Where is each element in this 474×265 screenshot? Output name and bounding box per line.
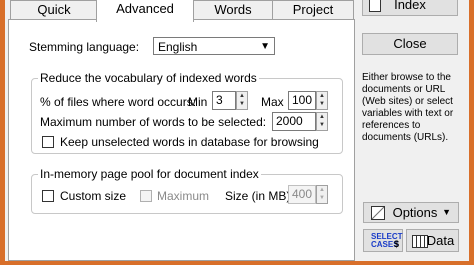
memory-group-title: In-memory page pool for document index bbox=[38, 167, 261, 181]
size-mb-spinner[interactable]: ▲ ▼ bbox=[316, 185, 328, 204]
window-frame-right bbox=[469, 0, 474, 265]
maximum-label: Maximum bbox=[157, 189, 210, 203]
close-button[interactable]: Close bbox=[362, 33, 458, 55]
vocabulary-group-title: Reduce the vocabulary of indexed words bbox=[38, 71, 259, 85]
data-grid-icon bbox=[412, 235, 428, 248]
data-button[interactable]: Data bbox=[406, 229, 459, 252]
stemming-language-value: English bbox=[158, 40, 198, 54]
min-spinner[interactable]: ▲ ▼ bbox=[236, 91, 248, 110]
index-button-icon bbox=[369, 0, 381, 12]
max-words-label: Maximum number of words to be selected: bbox=[40, 115, 267, 129]
memory-group: In-memory page pool for document index C… bbox=[31, 167, 343, 214]
index-button[interactable]: Index bbox=[362, 0, 458, 16]
advanced-panel: Stemming language: English ▼ Reduce the … bbox=[8, 19, 355, 261]
keep-unselected-checkbox[interactable] bbox=[42, 136, 54, 148]
stemming-label: Stemming language: bbox=[29, 40, 140, 54]
chevron-down-icon: ▼ bbox=[260, 41, 270, 52]
vocabulary-group: Reduce the vocabulary of indexed words %… bbox=[31, 71, 343, 154]
tab-quick[interactable]: Quick bbox=[10, 0, 98, 19]
chevron-down-icon: ▼ bbox=[442, 207, 451, 217]
custom-size-label: Custom size bbox=[60, 189, 127, 203]
min-label: Min bbox=[188, 95, 208, 109]
tab-words[interactable]: Words bbox=[192, 0, 274, 19]
select-cases-button[interactable]: SELECT CASES $ bbox=[363, 229, 403, 252]
options-button[interactable]: Options ▼ bbox=[363, 202, 459, 223]
tab-project[interactable]: Project bbox=[272, 0, 354, 19]
stemming-language-select[interactable]: English ▼ bbox=[153, 37, 275, 55]
maximum-checkbox[interactable] bbox=[140, 190, 152, 202]
size-mb-label: Size (in MB): bbox=[225, 189, 294, 203]
tab-advanced[interactable]: Advanced bbox=[96, 0, 194, 22]
window-frame-left bbox=[0, 0, 5, 265]
min-input[interactable]: 3 bbox=[212, 91, 236, 110]
max-input[interactable]: 100 bbox=[288, 91, 316, 110]
dollar-icon: $ bbox=[393, 239, 399, 249]
max-words-input[interactable]: 2000 bbox=[272, 112, 316, 131]
custom-size-checkbox[interactable] bbox=[42, 190, 54, 202]
options-label: Options bbox=[392, 205, 438, 220]
size-mb-input[interactable]: 400 bbox=[288, 185, 316, 204]
data-label: Data bbox=[426, 233, 455, 248]
max-words-spinner[interactable]: ▲ ▼ bbox=[316, 112, 328, 131]
window-frame-bottom bbox=[0, 261, 474, 265]
pct-files-label: % of files where word occurs: bbox=[40, 95, 197, 109]
max-label: Max bbox=[261, 95, 284, 109]
index-button-label: Index bbox=[394, 0, 426, 12]
keep-unselected-label: Keep unselected words in database for br… bbox=[60, 135, 319, 149]
max-spinner[interactable]: ▲ ▼ bbox=[316, 91, 328, 110]
options-icon bbox=[371, 206, 385, 220]
select-cases-label: SELECT CASES bbox=[371, 232, 403, 249]
info-text: Either browse to the documents or URL (W… bbox=[362, 72, 454, 143]
